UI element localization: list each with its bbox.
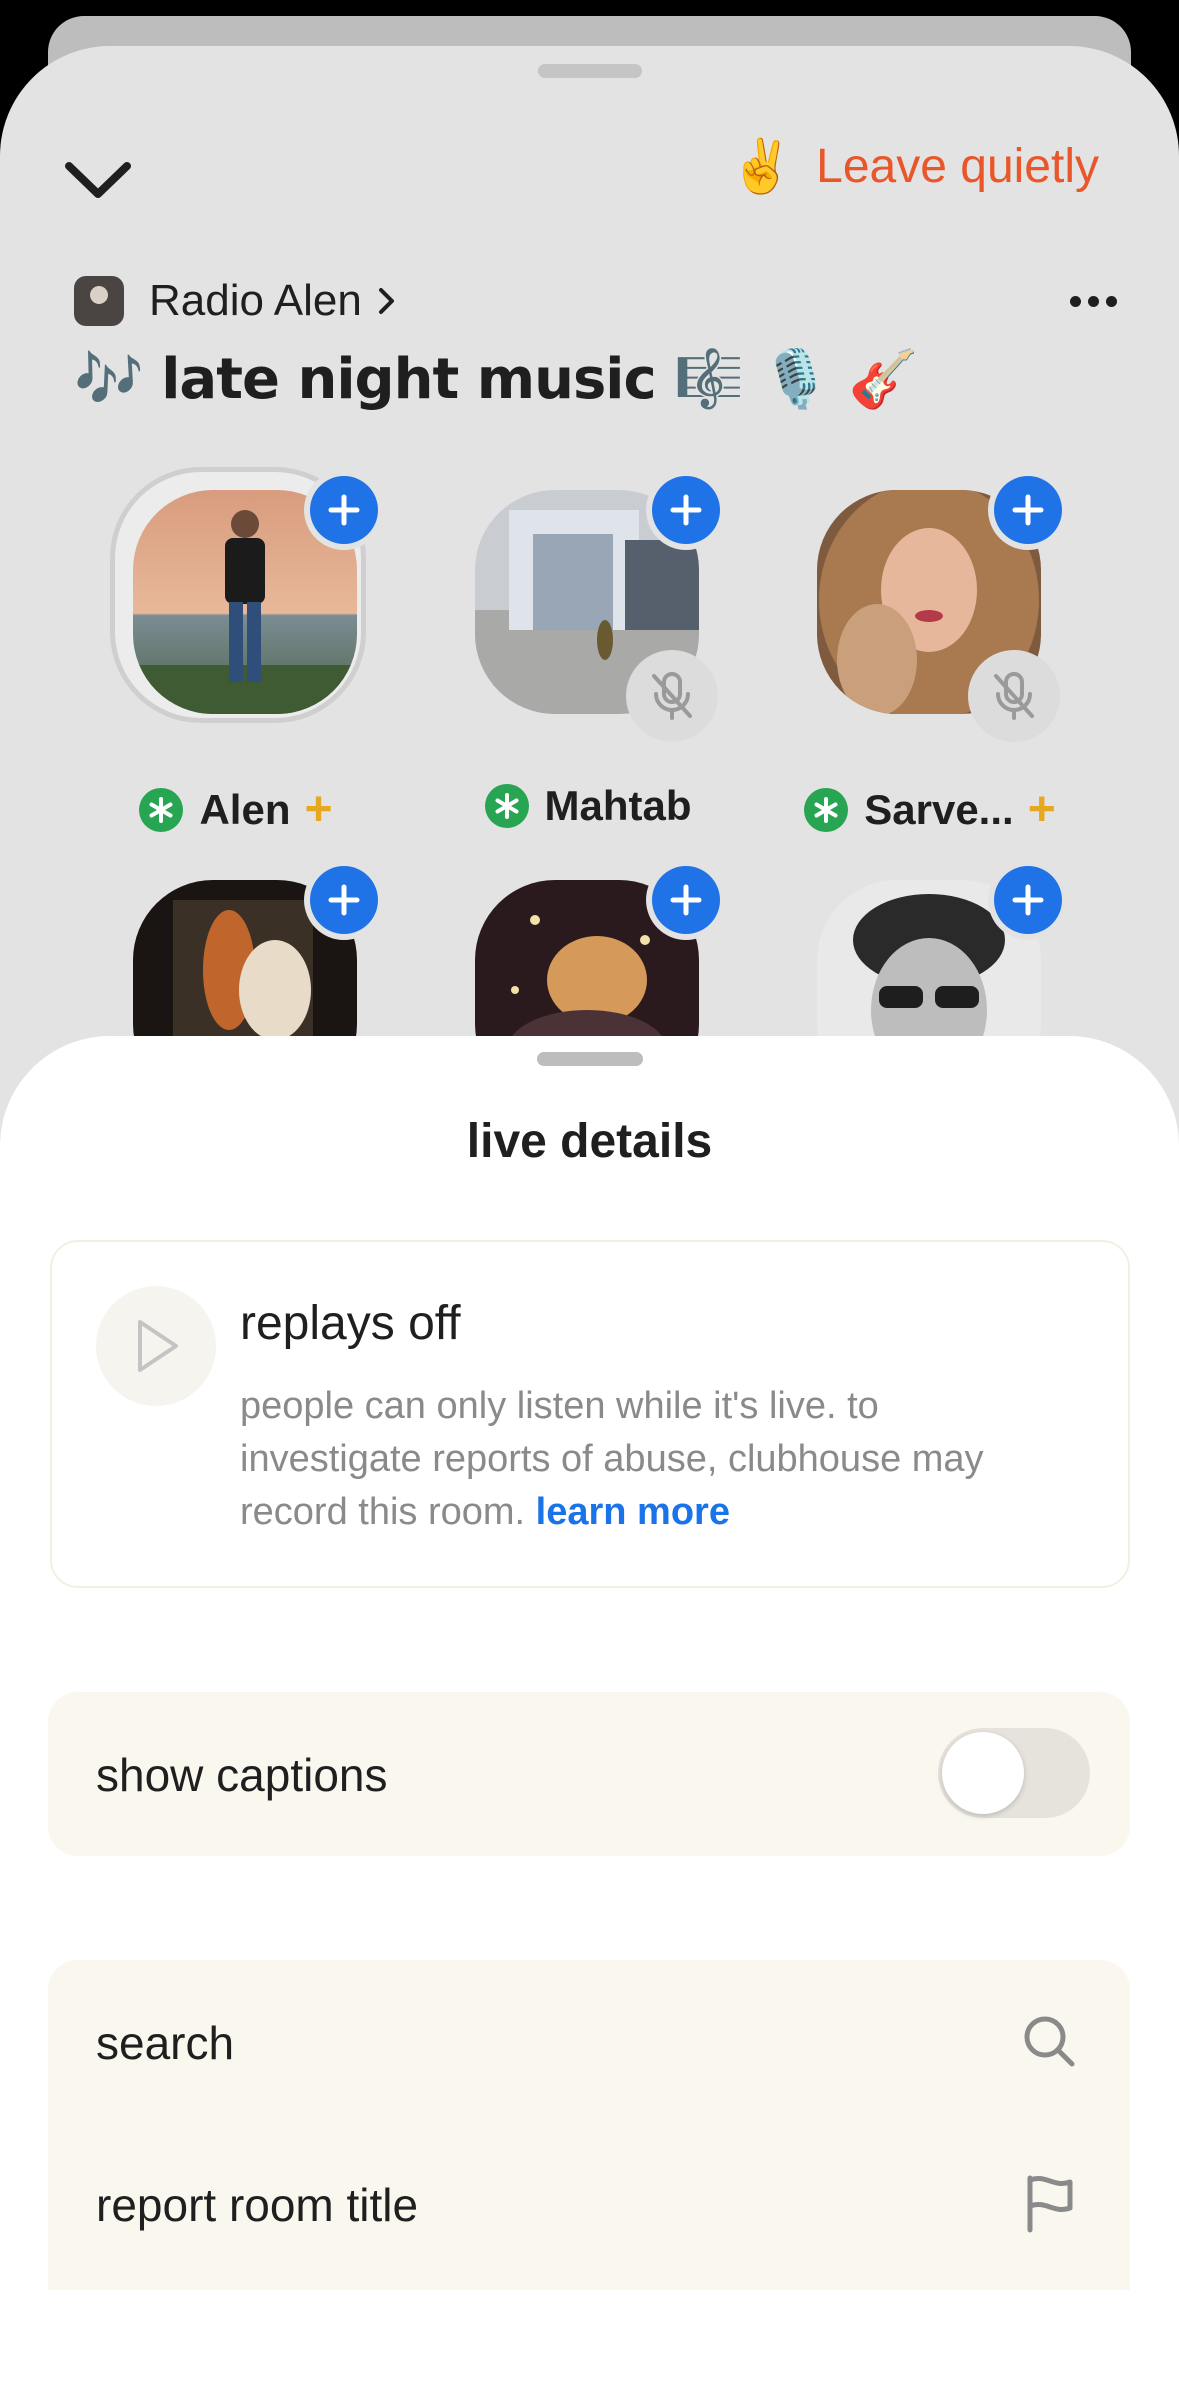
captions-toggle[interactable] bbox=[938, 1728, 1090, 1818]
speaker-tile[interactable]: Alen + bbox=[66, 472, 406, 836]
live-details-sheet: live details replays off people can only… bbox=[0, 1036, 1179, 2396]
plus-icon bbox=[670, 884, 702, 916]
mic-off-icon bbox=[652, 672, 692, 720]
room-grabber[interactable] bbox=[538, 64, 642, 78]
show-captions-label: show captions bbox=[96, 1749, 388, 1801]
peace-emoji: ✌️ bbox=[729, 136, 795, 197]
report-room-title-label: report room title bbox=[96, 2179, 419, 2231]
toggle-knob bbox=[942, 1732, 1024, 1814]
chevron-down-icon bbox=[65, 162, 131, 198]
speaker-tile[interactable]: Sarve... + bbox=[750, 472, 1090, 836]
more-dot bbox=[1106, 296, 1117, 307]
speaker-name-row: Mahtab bbox=[408, 782, 768, 830]
club-avatar bbox=[74, 276, 124, 326]
leave-quietly-button[interactable]: ✌️ Leave quietly bbox=[729, 126, 1099, 206]
follow-button[interactable] bbox=[310, 866, 378, 934]
replays-title: replays off bbox=[240, 1297, 461, 1350]
moderator-badge-icon bbox=[484, 784, 529, 828]
speaker-name-row: Sarve... + bbox=[750, 782, 1110, 837]
plus-icon bbox=[670, 494, 702, 526]
actions-list: search report room title bbox=[48, 1960, 1130, 2290]
replays-description: people can only listen while it's live. … bbox=[240, 1380, 1070, 1539]
play-icon-container bbox=[96, 1286, 216, 1406]
replays-card: replays off people can only listen while… bbox=[50, 1240, 1130, 1588]
more-dot bbox=[1088, 296, 1099, 307]
speaker-tile[interactable]: Mahtab bbox=[408, 472, 748, 829]
plus-icon bbox=[1012, 884, 1044, 916]
search-icon bbox=[1024, 2016, 1075, 2067]
search-label: search bbox=[96, 2017, 235, 2069]
search-row[interactable]: search bbox=[48, 1960, 1130, 2122]
report-room-title-row[interactable]: report room title bbox=[48, 2122, 1130, 2284]
more-options-button[interactable] bbox=[1070, 296, 1117, 307]
sheet-title: live details bbox=[466, 1115, 713, 1168]
plus-icon bbox=[328, 494, 360, 526]
follow-button[interactable] bbox=[652, 476, 720, 544]
flag-icon bbox=[1027, 2175, 1073, 2233]
sheet-grabber[interactable] bbox=[537, 1052, 643, 1066]
speaker-name-row: Alen + bbox=[56, 782, 416, 837]
follow-button[interactable] bbox=[994, 866, 1062, 934]
moderator-badge-icon bbox=[139, 787, 184, 832]
muted-badge bbox=[626, 650, 718, 742]
follow-button[interactable] bbox=[652, 866, 720, 934]
muted-badge bbox=[968, 650, 1060, 742]
speaker-name: Sarve... bbox=[864, 785, 1014, 833]
collapse-button[interactable] bbox=[56, 138, 140, 222]
leave-quietly-label: Leave quietly bbox=[816, 139, 1099, 193]
plus-icon bbox=[328, 884, 360, 916]
plus-icon bbox=[1012, 494, 1044, 526]
mic-off-icon bbox=[994, 672, 1034, 720]
club-link[interactable]: Radio Alen bbox=[74, 276, 396, 326]
show-captions-row[interactable]: show captions bbox=[48, 1692, 1130, 1856]
speaker-name: Alen bbox=[199, 785, 291, 833]
learn-more-link[interactable]: learn more bbox=[536, 1491, 730, 1533]
moderator-badge-icon bbox=[804, 787, 849, 832]
speaker-name: Mahtab bbox=[544, 782, 692, 829]
follow-button[interactable] bbox=[994, 476, 1062, 544]
new-user-plus: + bbox=[1027, 783, 1056, 836]
follow-button[interactable] bbox=[310, 476, 378, 544]
room-title: 🎶 late night music 🎼 🎙️ 🎸 bbox=[74, 347, 918, 412]
club-name: Radio Alen bbox=[149, 276, 362, 325]
new-user-plus: + bbox=[304, 783, 333, 836]
chevron-right-icon bbox=[378, 288, 394, 314]
play-icon bbox=[138, 1320, 178, 1372]
more-dot bbox=[1070, 296, 1081, 307]
